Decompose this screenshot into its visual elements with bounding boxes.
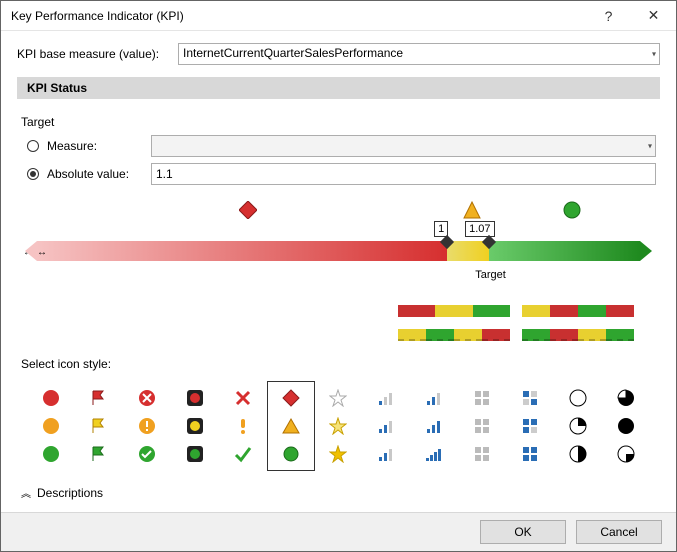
circle-red-icon: [41, 388, 61, 408]
pie-50-icon: [568, 444, 588, 464]
pattern-b[interactable]: [522, 305, 634, 317]
measure-radio-label: Measure:: [47, 139, 143, 153]
bars-a-mid-icon: [376, 416, 396, 436]
window-title: Key Performance Indicator (KPI): [11, 9, 586, 23]
squares-a-2-icon: [472, 416, 492, 436]
diamond-icon: [239, 201, 257, 219]
iconstyle-squares-a[interactable]: [458, 381, 506, 471]
base-measure-row: KPI base measure (value): InternetCurren…: [17, 43, 660, 65]
star-full-icon: [328, 444, 348, 464]
descriptions-label: Descriptions: [37, 486, 103, 500]
pattern-c[interactable]: [398, 329, 510, 341]
base-measure-label: KPI base measure (value):: [17, 47, 172, 61]
dialog-content: KPI base measure (value): InternetCurren…: [1, 31, 676, 512]
squares-b-1-icon: [520, 388, 540, 408]
light-green-icon: [185, 444, 205, 464]
bars-a-low-icon: [376, 388, 396, 408]
bars-a-mid2-icon: [376, 444, 396, 464]
iconstyle-squares-b[interactable]: [506, 381, 554, 471]
iconstyle-flags[interactable]: [75, 381, 123, 471]
badge-check-icon: [137, 444, 157, 464]
pattern-row-1: [21, 305, 634, 317]
measure-combo-wrap: ▾: [151, 135, 656, 157]
icon-style-label: Select icon style:: [21, 357, 656, 371]
diamond-red-icon: [281, 388, 301, 408]
bars-b-mid-icon: [424, 416, 444, 436]
squares-b-3-icon: [520, 444, 540, 464]
squares-a-3-icon: [472, 444, 492, 464]
right-handle-icon[interactable]: ↔: [37, 247, 660, 258]
pie-empty-icon: [616, 444, 636, 464]
iconstyle-pies-b[interactable]: [602, 381, 650, 471]
iconstyle-marks[interactable]: [219, 381, 267, 471]
pattern-row-2: [21, 329, 634, 341]
absolute-value-input[interactable]: [151, 163, 656, 185]
pie-75-icon: [616, 388, 636, 408]
threshold-2-value[interactable]: 1.07: [465, 221, 494, 237]
base-measure-combo[interactable]: InternetCurrentQuarterSalesPerformance: [178, 43, 660, 65]
kpi-status-body: Target Measure: ▾ Absolute value: 1 1.0: [17, 109, 660, 504]
iconstyle-lights[interactable]: [171, 381, 219, 471]
dialog-footer: OK Cancel: [1, 512, 676, 551]
circle-icon: [563, 201, 581, 219]
flag-green-icon: [89, 444, 109, 464]
absolute-radio-label: Absolute value:: [47, 167, 143, 181]
iconstyle-gems[interactable]: [267, 381, 315, 471]
pie-25-icon: [568, 416, 588, 436]
threshold-slider: 1 1.07 ↔ ↔ Target: [27, 201, 650, 291]
target-measure-row: Measure: ▾: [27, 135, 656, 157]
measure-radio[interactable]: [27, 140, 39, 152]
light-red-icon: [185, 388, 205, 408]
iconstyle-badges[interactable]: [123, 381, 171, 471]
check-icon: [233, 444, 253, 464]
light-yellow-icon: [185, 416, 205, 436]
badge-x-icon: [137, 388, 157, 408]
pattern-d[interactable]: [522, 329, 634, 341]
star-outline-icon: [328, 388, 348, 408]
squares-b-2-icon: [520, 416, 540, 436]
iconstyle-circles[interactable]: [27, 381, 75, 471]
chevron-icon: ︽: [21, 485, 31, 500]
circle-orange-icon: [41, 416, 61, 436]
triangle-icon: [463, 201, 481, 219]
flag-red-icon: [89, 388, 109, 408]
close-button[interactable]: ✕: [631, 1, 676, 31]
cancel-button[interactable]: Cancel: [576, 520, 662, 544]
icon-style-grid: [27, 381, 650, 471]
bars-b-high-icon: [424, 444, 444, 464]
iconstyle-pies-a[interactable]: [554, 381, 602, 471]
flag-yellow-icon: [89, 416, 109, 436]
target-absolute-row: Absolute value:: [27, 163, 656, 185]
help-button[interactable]: ?: [586, 1, 631, 31]
absolute-radio[interactable]: [27, 168, 39, 180]
ok-button[interactable]: OK: [480, 520, 566, 544]
kpi-status-header: KPI Status: [17, 77, 660, 99]
titlebar: Key Performance Indicator (KPI) ? ✕: [1, 1, 676, 31]
base-measure-combo-wrap: InternetCurrentQuarterSalesPerformance ▾: [178, 43, 660, 65]
target-label: Target: [21, 115, 656, 129]
bars-b-low-icon: [424, 388, 444, 408]
measure-combo[interactable]: [151, 135, 656, 157]
triangle-orange-icon: [281, 416, 301, 436]
star-half-icon: [328, 416, 348, 436]
x-mark-icon: [233, 388, 253, 408]
track-left-arrow-icon: [25, 241, 37, 261]
circle-green2-icon: [281, 444, 301, 464]
pie-100-icon: [616, 416, 636, 436]
iconstyle-stars[interactable]: [315, 381, 363, 471]
circle-green-icon: [41, 444, 61, 464]
iconstyle-bars-a[interactable]: [362, 381, 410, 471]
exclaim-icon: [233, 416, 253, 436]
iconstyle-bars-b[interactable]: [410, 381, 458, 471]
slider-status-icons: [27, 201, 650, 221]
pattern-a[interactable]: [398, 305, 510, 317]
squares-a-1-icon: [472, 388, 492, 408]
threshold-values: 1 1.07: [27, 221, 650, 239]
descriptions-toggle[interactable]: ︽ Descriptions: [21, 485, 656, 500]
slider-target-label: Target: [475, 269, 506, 281]
pie-0-icon: [568, 388, 588, 408]
badge-excl-icon: [137, 416, 157, 436]
